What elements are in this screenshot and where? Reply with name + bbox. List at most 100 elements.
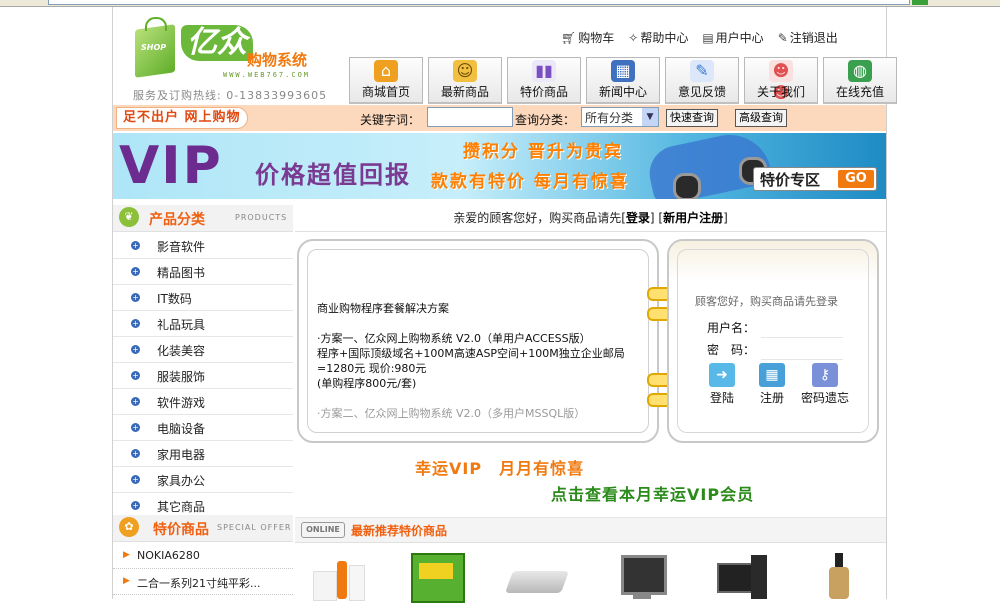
username-label: 用户名： (707, 321, 756, 335)
category-item[interactable]: + 礼品玩具 (113, 311, 293, 337)
category-item[interactable]: + 化装美容 (113, 337, 293, 363)
category-label: 查询分类： (515, 113, 576, 127)
specials-list: ▶ NOKIA6280 ▶ 二合一系列21寸纯平彩... (113, 543, 293, 595)
category-item-label: IT数码 (157, 292, 192, 306)
nav-recharge[interactable]: ◍ 在线充值 (823, 57, 897, 104)
wheel-icon (673, 173, 701, 199)
help-link[interactable]: ✧ 帮助中心 (628, 29, 688, 46)
username-input[interactable] (761, 319, 843, 338)
laptop-thumb (504, 571, 570, 593)
left-column: ❦ 产品分类 PRODUCTS + 影音软件 + 精品图书 + IT数码 + 礼品玩具 + 化装美… (113, 205, 293, 599)
desktop-tower (751, 555, 767, 599)
forgot-password-label: 密码遗忘 (801, 391, 850, 405)
notice-scroller[interactable]: 商业购物程序套餐解决方案 ·方案一、亿众网上购物系统 V2.0（单用户ACCES… (317, 301, 637, 427)
nav-special-label: 特价商品 (519, 85, 568, 99)
register-icon: ▦ (759, 363, 785, 387)
chevron-down-icon[interactable]: ▼ (642, 108, 658, 126)
plus-icon: + (131, 371, 140, 380)
notice-panel: 商业购物程序套餐解决方案 ·方案一、亿众网上购物系统 V2.0（单用户ACCES… (297, 239, 659, 443)
arrow-right-icon: ▶ (123, 576, 130, 586)
nav-new-products[interactable]: ☺ 最新商品 (428, 57, 502, 104)
category-item[interactable]: + 电脑设备 (113, 415, 293, 441)
quick-search-button[interactable]: 快速查询 (666, 109, 718, 127)
logout-label: 注销退出 (789, 31, 838, 45)
address-bar[interactable] (48, 0, 910, 5)
nav-home-label: 商城首页 (361, 85, 410, 99)
plus-icon: + (131, 293, 140, 302)
product-thumb[interactable] (405, 551, 465, 603)
register-link[interactable]: 新用户注册 (663, 211, 723, 225)
special-zone-button[interactable]: 特价专区 GO (753, 167, 877, 191)
go-icon[interactable] (912, 0, 928, 5)
help-link-label: 帮助中心 (640, 31, 689, 45)
plus-icon: + (131, 501, 140, 510)
welcome-suffix: ] (723, 211, 728, 225)
category-item[interactable]: + IT数码 (113, 285, 293, 311)
brand-url: WWW.WEB767.COM (223, 71, 311, 79)
browser-toolbar (0, 0, 1000, 7)
keyword-input[interactable] (427, 107, 513, 127)
vip-banner[interactable]: VIP 价格超值回报 攒积分 晋升为贵宾 款款有特价 每月有惊喜 特价专区 GO (113, 133, 886, 199)
nav-feedback-label: 意见反馈 (677, 85, 726, 99)
product-strip (301, 547, 886, 603)
forgot-password-button[interactable]: ⚷ 密码遗忘 (801, 363, 849, 406)
product-thumb[interactable] (811, 551, 871, 599)
register-button[interactable]: ▦ 注册 (759, 363, 785, 406)
banner-vip: VIP (119, 136, 223, 196)
category-item[interactable]: + 影音软件 (113, 233, 293, 259)
category-item[interactable]: + 服装服饰 (113, 363, 293, 389)
monitor-thumb (621, 555, 667, 595)
welcome-mid: ] [ (649, 211, 664, 225)
lucky-vip-slogan: 幸运VIP 月月有惊喜 (415, 459, 585, 478)
logout-link[interactable]: ✎ 注销退出 (778, 29, 838, 46)
nav-feedback[interactable]: ✎ 意见反馈 (665, 57, 739, 104)
plus-icon: + (131, 397, 140, 406)
bag-handle (145, 17, 167, 31)
nav-about[interactable]: ☻☻ 关于我们 (744, 57, 818, 104)
cart-icon: 🛒︎ (561, 30, 577, 45)
plus-icon: + (131, 345, 140, 354)
special-item-label: 二合一系列21寸纯平彩... (137, 577, 261, 590)
category-item-label: 家具办公 (157, 474, 206, 488)
product-thumb[interactable] (711, 551, 771, 599)
product-thumb[interactable] (307, 551, 367, 601)
specials-en: SPECIAL OFFER (217, 523, 292, 532)
product-thumb[interactable] (613, 551, 673, 599)
category-item[interactable]: + 精品图书 (113, 259, 293, 285)
special-item[interactable]: ▶ NOKIA6280 (113, 543, 293, 569)
category-item-label: 软件游戏 (157, 396, 206, 410)
category-list: + 影音软件 + 精品图书 + IT数码 + 礼品玩具 + 化装美容 + 服装服饰 + 软件游戏 + 电脑设备… (113, 233, 293, 519)
brand-name: 亿众 (181, 25, 253, 61)
nav-special[interactable]: ▮▮ 特价商品 (507, 57, 581, 104)
category-item-label: 电脑设备 (157, 422, 206, 436)
help-icon: ✧ (628, 30, 639, 45)
login-button[interactable]: ➜ 登陆 (709, 363, 735, 406)
category-item[interactable]: + 软件游戏 (113, 389, 293, 415)
site-logo[interactable]: SHOP 亿众 购物系统 WWW.WEB767.COM (131, 17, 331, 85)
special-item[interactable]: ▶ 二合一系列21寸纯平彩... (113, 569, 293, 595)
user-center-link[interactable]: ▤ 用户中心 (702, 29, 763, 46)
plus-icon: + (131, 423, 140, 432)
key-icon: ⚷ (812, 363, 838, 387)
category-item-label: 服装服饰 (157, 370, 206, 384)
software-label (419, 563, 453, 579)
category-item[interactable]: + 家用电器 (113, 441, 293, 467)
login-link[interactable]: 登录 (626, 211, 650, 225)
advanced-search-button[interactable]: 高级查询 (735, 109, 787, 127)
nav-home[interactable]: ⌂ 商城首页 (349, 57, 423, 104)
category-item[interactable]: + 家具办公 (113, 467, 293, 493)
category-select[interactable]: 所有分类 ▼ (581, 107, 659, 127)
nav-news[interactable]: ▦ 新闻中心 (586, 57, 660, 104)
category-title: 产品分类 (149, 212, 205, 228)
lucky-vip-link[interactable]: 点击查看本月幸运VIP会员 (551, 481, 754, 505)
category-item-label: 家用电器 (157, 448, 206, 462)
product-thumb[interactable] (504, 551, 570, 599)
cart-link[interactable]: 🛒︎ 购物车 (561, 29, 614, 46)
bottle-cap (835, 553, 843, 567)
bag-text: SHOP (141, 43, 167, 52)
welcome-prefix: 亲爱的顾客您好，购买商品请先[ (453, 211, 626, 225)
go-button[interactable]: GO (838, 170, 874, 188)
category-item-label: 精品图书 (157, 266, 206, 280)
search-bar: 足不出户 网上购物 关键字词： 查询分类： 所有分类 ▼ 快速查询 高级查询 (113, 105, 886, 131)
password-input[interactable] (761, 341, 843, 360)
